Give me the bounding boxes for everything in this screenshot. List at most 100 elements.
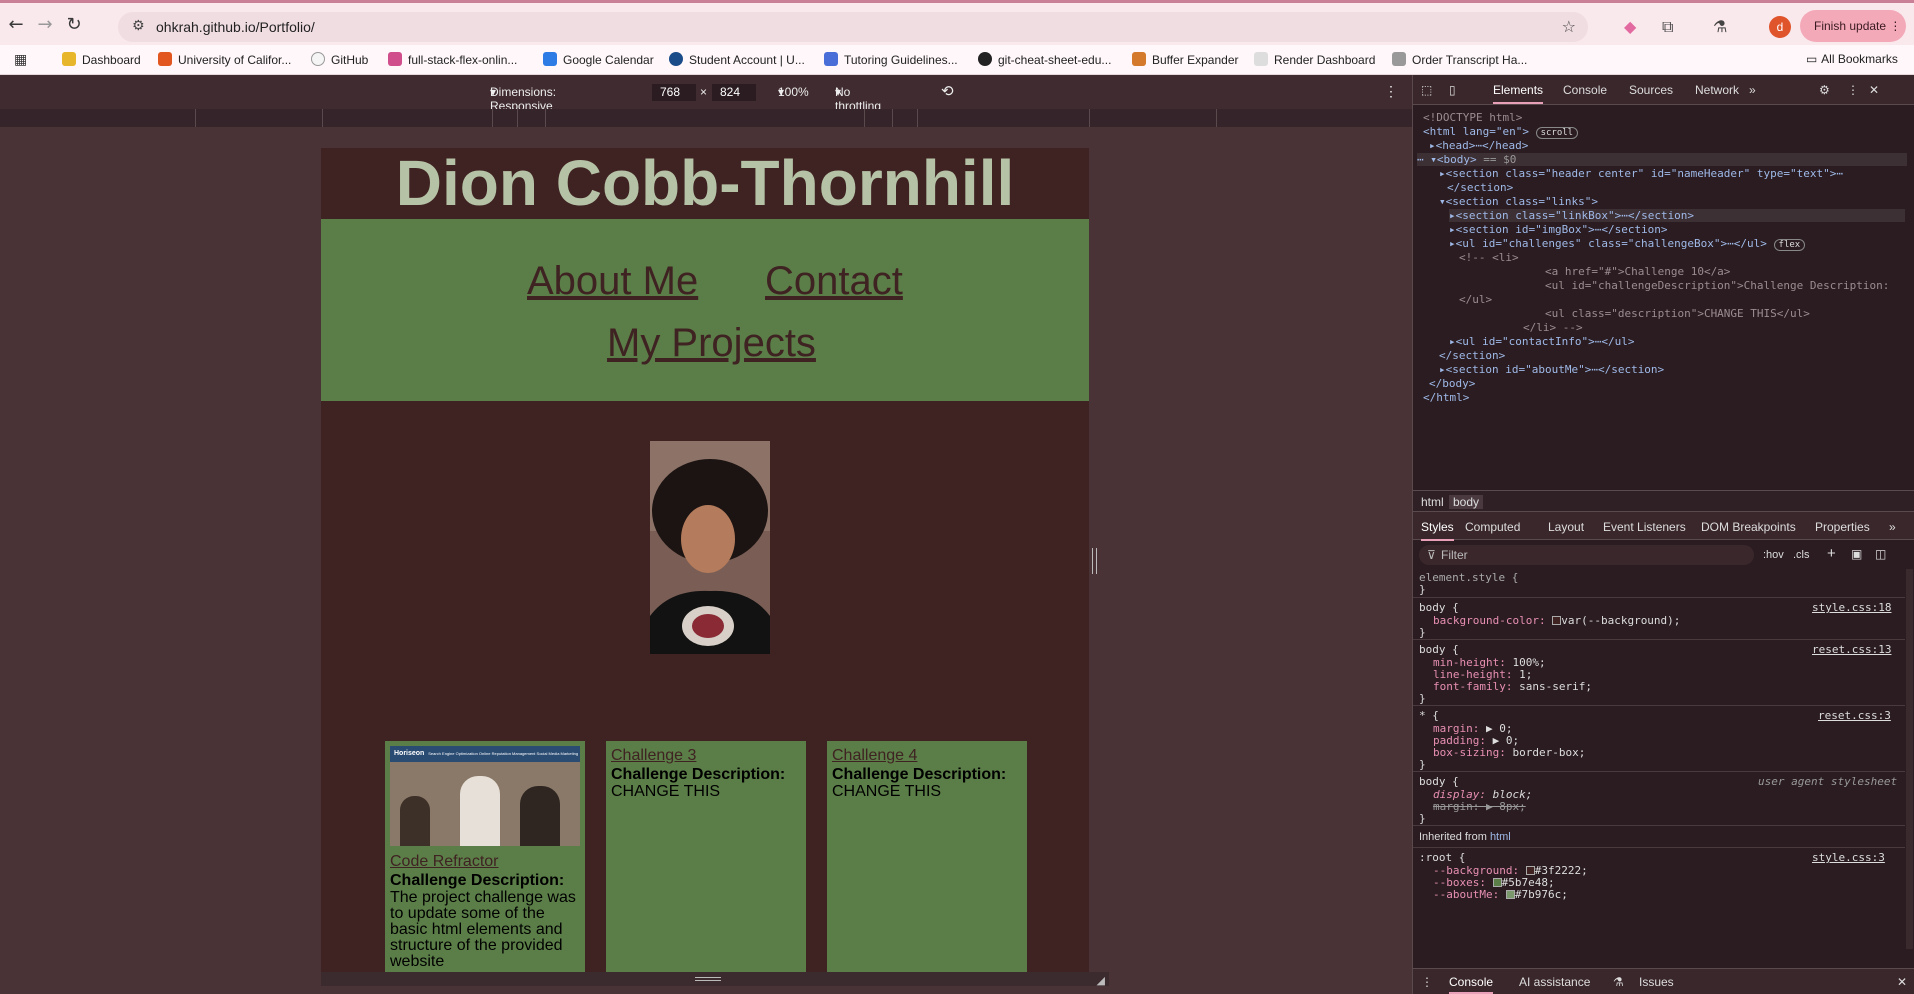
tab-dom-breakpoints[interactable]: DOM Breakpoints: [1701, 520, 1796, 534]
drawer-menu-icon[interactable]: ⋮: [1421, 975, 1433, 989]
tab-properties[interactable]: Properties: [1815, 520, 1870, 534]
drawer-tab-console[interactable]: Console: [1449, 975, 1494, 994]
site-info-icon[interactable]: ⚙: [132, 18, 145, 34]
bookmark-google-calendar[interactable]: Google Calendar: [543, 52, 654, 67]
all-bookmarks[interactable]: ▭ All Bookmarks: [1806, 52, 1898, 66]
url-text[interactable]: ohkrah.github.io/Portfolio/: [156, 19, 315, 35]
tab-styles[interactable]: Styles: [1421, 520, 1454, 541]
contact-link[interactable]: Contact: [765, 259, 903, 304]
more-options-icon[interactable]: ⋮: [1384, 83, 1398, 100]
apps-icon[interactable]: ▦: [14, 52, 27, 68]
challenge-title-link[interactable]: Challenge 4: [832, 746, 1022, 765]
viewport-resize-handle-bottom[interactable]: ◢: [321, 972, 1109, 987]
back-icon[interactable]: ←: [4, 13, 28, 37]
inherited-element-link[interactable]: html: [1490, 831, 1511, 843]
flex-badge[interactable]: flex: [1773, 239, 1806, 251]
throttling-dropdown[interactable]: No throttling ▾: [835, 85, 881, 113]
bookmark-buffer-expander[interactable]: Buffer Expander: [1132, 52, 1239, 67]
cls-toggle[interactable]: .cls: [1793, 549, 1810, 561]
more-tabs-icon[interactable]: »: [1749, 83, 1756, 97]
corner-resize-icon[interactable]: ◢: [1097, 974, 1105, 987]
style-declaration[interactable]: font-family: sans-serif;: [1433, 680, 1592, 693]
tab-console[interactable]: Console: [1563, 83, 1607, 97]
tab-network[interactable]: Network: [1695, 83, 1739, 97]
color-swatch[interactable]: [1552, 616, 1562, 625]
new-rule-icon[interactable]: +: [1827, 545, 1836, 562]
style-declaration[interactable]: box-sizing: border-box;: [1433, 746, 1585, 759]
color-swatch[interactable]: [1492, 878, 1502, 887]
style-source-link[interactable]: style.css:3: [1812, 851, 1885, 864]
viewport-resize-handle-right[interactable]: [1092, 548, 1097, 574]
styles-scrollbar[interactable]: [1906, 569, 1913, 949]
rotate-icon[interactable]: ⟲: [941, 82, 954, 100]
color-swatch[interactable]: [1525, 866, 1535, 875]
bookmark-tutoring[interactable]: Tutoring Guidelines...: [824, 52, 958, 67]
bookmark-slack[interactable]: full-stack-flex-onlin...: [388, 52, 517, 67]
crumb-body[interactable]: body: [1449, 495, 1484, 509]
tab-sources[interactable]: Sources: [1629, 83, 1673, 97]
styles-filter-input[interactable]: ⊽ Filter: [1419, 545, 1754, 565]
challenge-title-link[interactable]: Code Refractor: [390, 852, 580, 871]
style-declaration[interactable]: --aboutMe: #7b976c;: [1433, 888, 1568, 901]
tree-nameheader[interactable]: ▸<section class="header center" id="name…: [1439, 167, 1843, 180]
settings-icon[interactable]: ⚙: [1819, 83, 1830, 97]
horiseon-screenshot[interactable]: Horiseon Search Engine Optimization Onli…: [390, 746, 580, 846]
bookmark-star-icon[interactable]: ☆: [1562, 17, 1576, 36]
height-input[interactable]: 824: [712, 84, 756, 101]
tree-imgbox[interactable]: ▸<section id="imgBox">⋯</section>: [1449, 223, 1668, 236]
address-bar[interactable]: ⚙ ohkrah.github.io/Portfolio/ ☆: [118, 12, 1588, 42]
reload-icon[interactable]: ↻: [62, 13, 86, 37]
device-toggle-icon[interactable]: ▯: [1449, 83, 1456, 97]
portfolio-page[interactable]: Dion Cobb-Thornhill About Me Contact My …: [321, 148, 1089, 972]
close-drawer-icon[interactable]: ✕: [1897, 975, 1907, 989]
scroll-badge[interactable]: scroll: [1535, 127, 1579, 139]
extensions-icon[interactable]: ⧉: [1662, 17, 1673, 37]
color-swatch[interactable]: [1505, 890, 1515, 899]
hov-toggle[interactable]: :hov: [1763, 549, 1784, 561]
dimensions-dropdown[interactable]: Dimensions: Responsive ▾: [490, 85, 556, 113]
extension-share-icon[interactable]: ◆: [1624, 17, 1636, 36]
style-source-link[interactable]: reset.css:3: [1818, 709, 1891, 722]
tree-head[interactable]: ▸<head>⋯</head>: [1429, 139, 1528, 152]
tree-aboutme[interactable]: ▸<section id="aboutMe">⋯</section>: [1439, 363, 1664, 376]
bookmark-university[interactable]: University of Califor...: [158, 52, 291, 67]
tab-elements[interactable]: Elements: [1493, 83, 1544, 104]
tree-links[interactable]: ▾<section class="links">: [1439, 195, 1598, 208]
inspect-icon[interactable]: ⬚: [1421, 83, 1432, 97]
bookmark-dashboard[interactable]: Dashboard: [62, 52, 141, 67]
finish-update-button[interactable]: Finish update ⋮: [1800, 10, 1906, 42]
tree-contactinfo[interactable]: ▸<ul id="contactInfo">⋯</ul>: [1449, 335, 1634, 348]
tree-html[interactable]: <html lang="en"> scroll: [1423, 125, 1579, 139]
crumb-html[interactable]: html: [1421, 495, 1444, 509]
bottom-grip-icon[interactable]: [695, 977, 721, 981]
devtools-menu-icon[interactable]: ⋮: [1847, 83, 1859, 97]
my-projects-link[interactable]: My Projects: [607, 321, 816, 366]
style-source-link[interactable]: style.css:18: [1812, 601, 1891, 614]
style-declaration[interactable]: background-color: var(--background);: [1433, 614, 1680, 627]
bookmark-git-cheat-sheet[interactable]: git-cheat-sheet-edu...: [978, 52, 1111, 67]
bookmark-student-account[interactable]: Student Account | U...: [669, 52, 805, 67]
profile-avatar[interactable]: d: [1769, 16, 1791, 38]
bookmark-render[interactable]: Render Dashboard: [1254, 52, 1375, 67]
sidebar-toggle-icon[interactable]: ◫: [1875, 547, 1886, 561]
paint-icon[interactable]: ▣: [1851, 547, 1862, 561]
forward-icon[interactable]: →: [33, 13, 57, 37]
style-source-link[interactable]: reset.css:13: [1812, 643, 1891, 656]
element-style-rule[interactable]: element.style {: [1419, 571, 1518, 584]
bookmark-github[interactable]: GitHub: [311, 52, 368, 67]
tree-challenges[interactable]: ▸<ul id="challenges" class="challengeBox…: [1449, 237, 1806, 251]
tab-event-listeners[interactable]: Event Listeners: [1603, 520, 1686, 534]
about-me-link[interactable]: About Me: [527, 259, 698, 304]
more-style-tabs-icon[interactable]: »: [1889, 520, 1896, 534]
width-input[interactable]: 768: [652, 84, 696, 101]
challenge-title-link[interactable]: Challenge 3: [611, 746, 801, 765]
zoom-dropdown[interactable]: 100% ▾: [778, 85, 809, 99]
bookmark-order-transcript[interactable]: Order Transcript Ha...: [1392, 52, 1527, 67]
drawer-tab-issues[interactable]: Issues: [1639, 975, 1674, 989]
tab-computed[interactable]: Computed: [1465, 520, 1520, 534]
lab-icon[interactable]: ⚗: [1713, 17, 1727, 36]
tab-layout[interactable]: Layout: [1548, 520, 1584, 534]
tree-body-selected[interactable]: ⋯ ▾<body> == $0: [1417, 153, 1907, 166]
close-devtools-icon[interactable]: ✕: [1869, 83, 1879, 97]
tree-linkbox[interactable]: ▸<section class="linkBox">⋯</section>: [1449, 209, 1905, 222]
